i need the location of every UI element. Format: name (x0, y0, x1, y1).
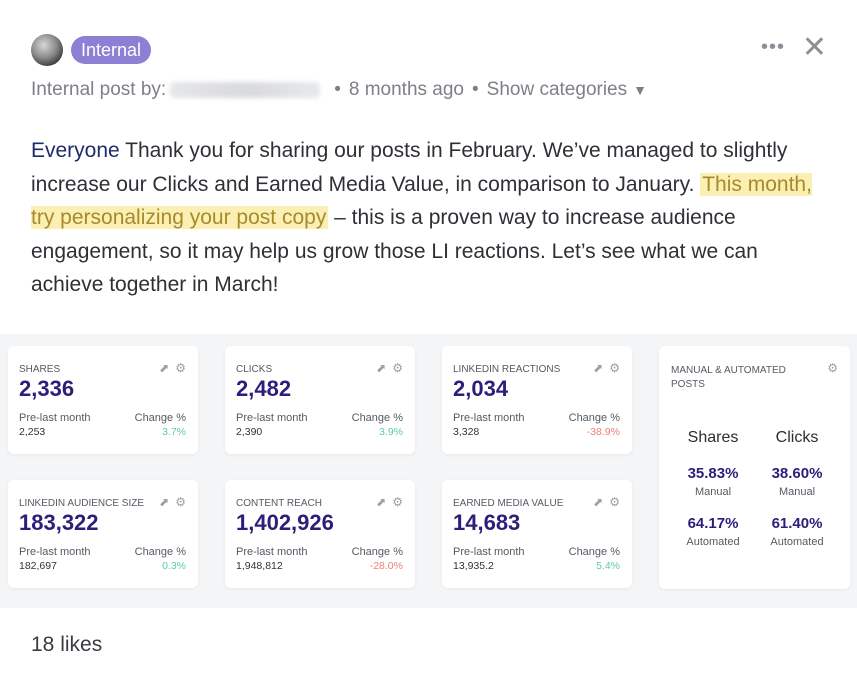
metric-value: 1,402,926 (236, 510, 334, 535)
card-title: MANUAL & AUTOMATED POSTS (671, 365, 786, 390)
pre-last-month-label: Pre-last month (453, 546, 525, 558)
manual-percent: 38.60% (771, 465, 823, 482)
gear-icon[interactable]: ⚙ (175, 361, 186, 375)
metric-card: LINKEDIN AUDIENCE SIZE ⬈ ⚙ 183,322 Pre-last … (8, 480, 198, 588)
dot-separator: • (334, 79, 341, 100)
gear-icon[interactable]: ⚙ (392, 495, 403, 509)
shares-column: Shares 35.83% Manual 64.17% Automated (673, 429, 753, 548)
chart-icon[interactable]: ⬈ (593, 495, 603, 509)
pre-last-month-value: 13,935.2 (453, 560, 494, 572)
chevron-down-icon: ▼ (633, 82, 647, 98)
card-actions: ⬈ ⚙ (587, 495, 620, 509)
gear-icon[interactable]: ⚙ (827, 361, 838, 375)
card-actions: ⬈ ⚙ (153, 495, 186, 509)
gear-icon[interactable]: ⚙ (609, 361, 620, 375)
metric-value: 183,322 (19, 510, 99, 535)
post-header: Internal ••• ✕ (31, 32, 827, 66)
likes-count[interactable]: 18 likes (31, 633, 102, 657)
dot-separator: • (472, 79, 479, 100)
pre-last-month-label: Pre-last month (19, 412, 91, 424)
more-dots-icon[interactable]: ••• (761, 36, 785, 59)
post-body: Everyone Thank you for sharing our posts… (31, 134, 831, 302)
pre-last-month-value: 2,253 (19, 426, 46, 438)
gear-icon[interactable]: ⚙ (392, 361, 403, 375)
card-title: CONTENT REACH (236, 498, 322, 509)
change-label: Change % (568, 412, 620, 424)
author-prefix: Internal post by: (31, 79, 167, 100)
pre-last-month-label: Pre-last month (453, 412, 525, 424)
column-heading: Clicks (775, 429, 819, 446)
chart-icon[interactable]: ⬈ (376, 361, 386, 375)
automated-percent: 61.40% (771, 515, 823, 532)
chart-icon[interactable]: ⬈ (159, 361, 169, 375)
pre-last-month-value: 182,697 (19, 560, 57, 572)
card-actions: ⬈ ⚙ (370, 495, 403, 509)
metric-card: SHARES ⬈ ⚙ 2,336 Pre-last month 2,253 Change %… (8, 346, 198, 454)
chart-icon[interactable]: ⬈ (376, 495, 386, 509)
post-time: 8 months ago (348, 79, 464, 100)
metrics-dashboard: SHARES ⬈ ⚙ 2,336 Pre-last month 2,253 Change %… (0, 334, 857, 608)
metric-value: 2,336 (19, 376, 75, 401)
pre-last-month-value: 2,390 (236, 426, 263, 438)
manual-label: Manual (694, 486, 732, 498)
automated-label: Automated (770, 536, 824, 548)
pre-last-month-label: Pre-last month (19, 546, 91, 558)
change-value: -28.0% (369, 560, 403, 572)
chart-icon[interactable]: ⬈ (593, 361, 603, 375)
clicks-column: Clicks 38.60% Manual 61.40% Automated (757, 429, 837, 548)
gear-icon[interactable]: ⚙ (175, 495, 186, 509)
pre-last-month-value: 1,948,812 (236, 560, 283, 572)
post-text-part-1: Thank you for sharing our posts in Febru… (31, 139, 788, 196)
change-label: Change % (568, 546, 620, 558)
change-label: Change % (351, 546, 403, 558)
change-label: Change % (134, 546, 186, 558)
close-icon[interactable]: ✕ (802, 32, 827, 64)
post-meta: Internal post by: • 8 months ago • Show cate… (31, 79, 647, 101)
metric-card: LINKEDIN REACTIONS ⬈ ⚙ 2,034 Pre-last month 3… (442, 346, 632, 454)
author-name-blurred[interactable] (170, 81, 321, 98)
pre-last-month-label: Pre-last month (236, 412, 308, 424)
show-categories-label: Show categories (486, 79, 628, 100)
gear-icon[interactable]: ⚙ (609, 495, 620, 509)
metric-value: 2,482 (236, 376, 292, 401)
change-label: Change % (351, 412, 403, 424)
manual-label: Manual (778, 486, 816, 498)
change-value: 3.9% (379, 426, 403, 438)
metric-value: 14,683 (453, 510, 521, 535)
change-value: 0.3% (162, 560, 186, 572)
internal-tag: Internal (71, 36, 152, 64)
column-heading: Shares (687, 429, 739, 446)
chart-icon[interactable]: ⬈ (159, 495, 169, 509)
card-title: EARNED MEDIA VALUE (453, 498, 564, 509)
change-label: Change % (134, 412, 186, 424)
mention-everyone[interactable]: Everyone (31, 139, 120, 162)
automated-label: Automated (686, 536, 740, 548)
pre-last-month-label: Pre-last month (236, 546, 308, 558)
pre-last-month-value: 3,328 (453, 426, 480, 438)
change-value: -38.9% (586, 426, 620, 438)
card-title: SHARES (19, 364, 61, 375)
card-actions: ⬈ ⚙ (370, 361, 403, 375)
change-value: 3.7% (162, 426, 186, 438)
metric-card: CONTENT REACH ⬈ ⚙ 1,402,926 Pre-last month 1,… (225, 480, 415, 588)
card-title: LINKEDIN AUDIENCE SIZE (19, 498, 145, 509)
card-actions: ⬈ ⚙ (587, 361, 620, 375)
manual-automated-card: MANUAL & AUTOMATED POSTS ⚙ Shares 35.83%… (659, 346, 850, 589)
avatar[interactable] (31, 34, 63, 66)
automated-percent: 64.17% (687, 515, 739, 532)
manual-percent: 35.83% (687, 465, 739, 482)
card-actions: ⬈ ⚙ (153, 361, 186, 375)
metric-value: 2,034 (453, 376, 509, 401)
card-title: LINKEDIN REACTIONS (453, 364, 561, 375)
card-title: CLICKS (236, 364, 273, 375)
metric-card: CLICKS ⬈ ⚙ 2,482 Pre-last month 2,390 Change %… (225, 346, 415, 454)
metric-card: EARNED MEDIA VALUE ⬈ ⚙ 14,683 Pre-last month… (442, 480, 632, 588)
change-value: 5.4% (596, 560, 620, 572)
show-categories-toggle[interactable]: Show categories ▼ (487, 79, 647, 100)
